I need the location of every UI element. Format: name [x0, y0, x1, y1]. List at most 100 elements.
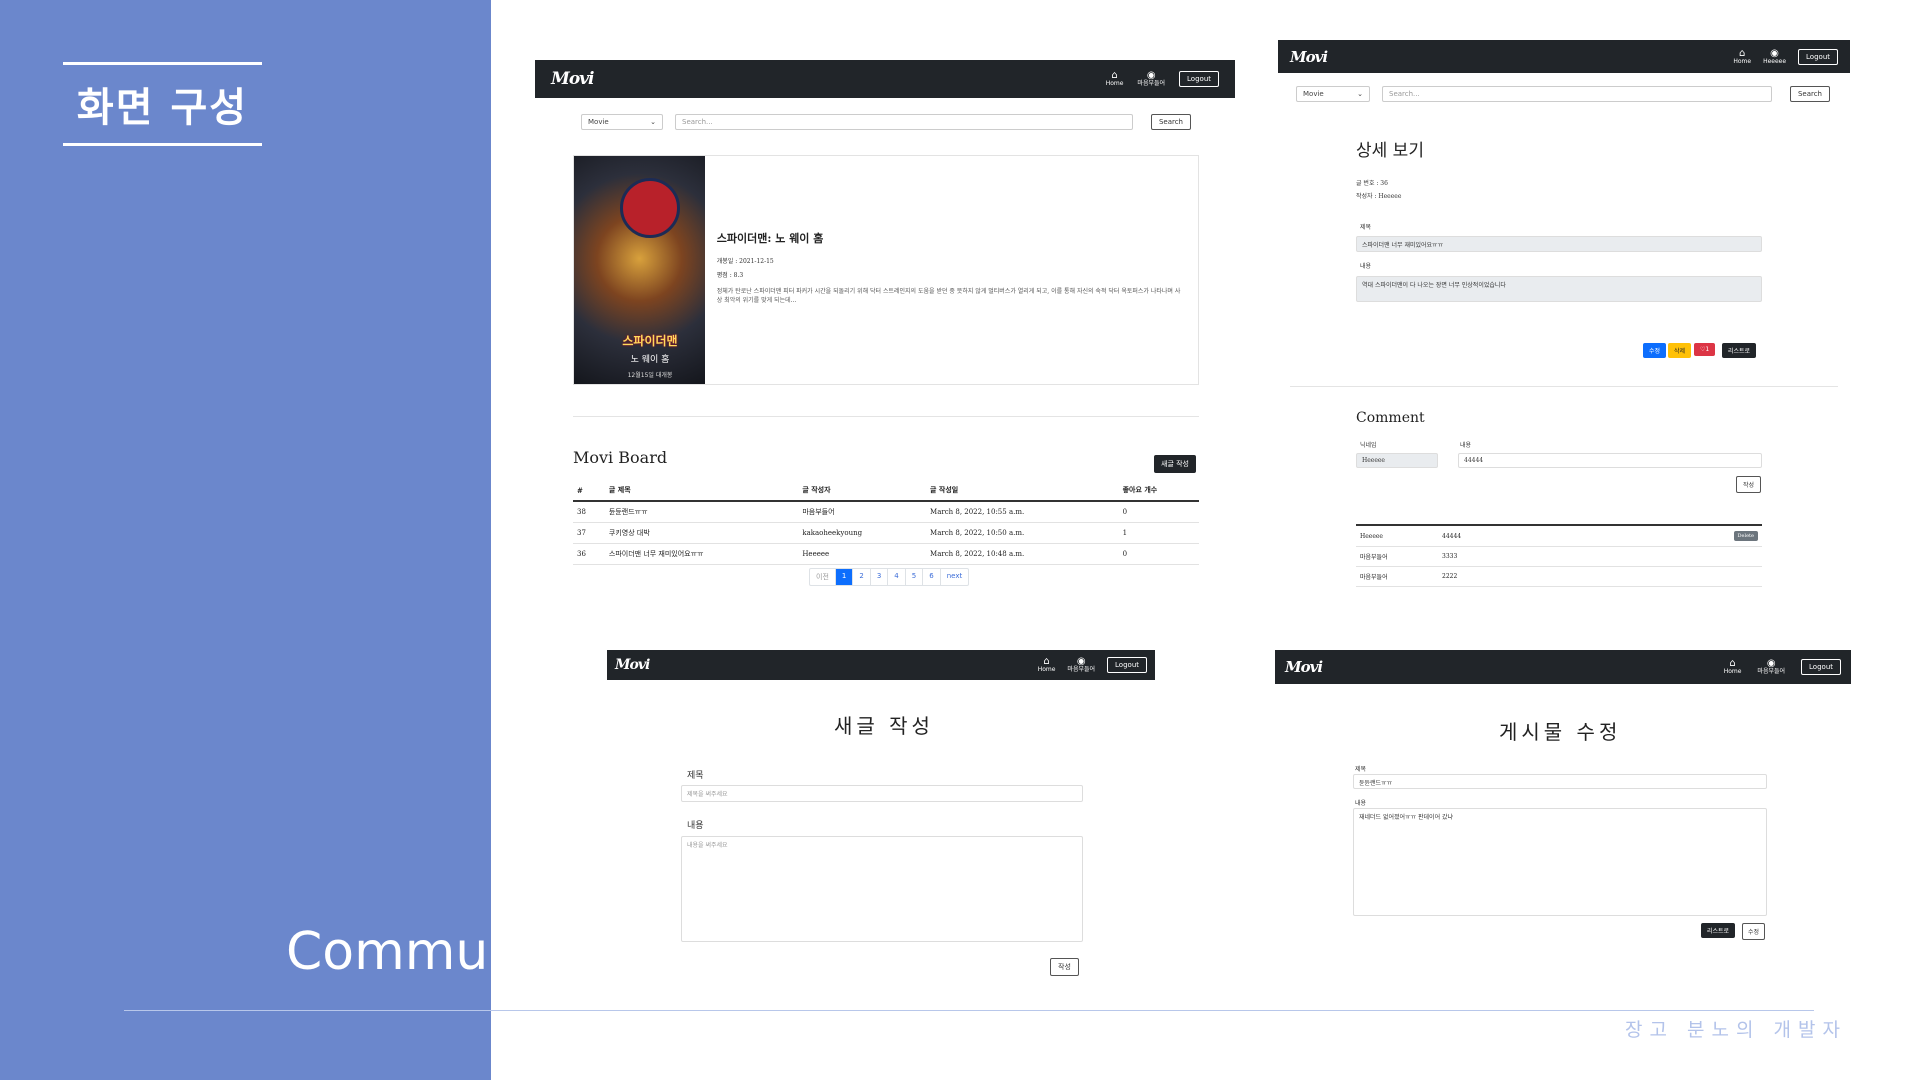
board-column-header: 글 제목 [604, 480, 799, 502]
comment-user: 마음부들어 [1360, 554, 1388, 561]
comment-text: 3333 [1442, 553, 1458, 560]
detail-title: 상세 보기 [1356, 141, 1424, 161]
page-link[interactable]: 1 [834, 569, 853, 585]
write-page-screenshot: Movi ⌂ Home ◉ 마음부들어 Logout 새글 작성 제목 제목을 써주… [607, 650, 1155, 980]
movie-poster: 스파이더맨 노 웨이 홈 12월15일 대개봉 [574, 156, 705, 384]
write-title: 새글 작성 [834, 714, 934, 738]
search-button[interactable]: Search [1150, 114, 1191, 130]
edit-title: 게시물 수정 [1499, 720, 1622, 744]
post-number: 글 번호 : 36 [1356, 180, 1388, 187]
release-date: 개봉일 : 2021-12-15 [716, 258, 774, 265]
divider [573, 416, 1199, 417]
search-button[interactable]: Search [1789, 86, 1830, 102]
footer-divider [124, 1010, 1814, 1011]
logo[interactable]: Movi [615, 657, 650, 673]
navbar: Movi ⌂ Home ◉ Heeeee Logout [1278, 40, 1850, 73]
left-panel: 화면 구성 Commu [0, 0, 491, 1080]
delete-button[interactable]: 삭제 [1668, 343, 1692, 358]
content-label: 내용 [1355, 800, 1367, 807]
comment-title: Comment [1356, 410, 1425, 426]
edit-button[interactable]: 수정 [1643, 343, 1667, 358]
comment-user: 마음부들어 [1360, 574, 1388, 581]
nav-user[interactable]: ◉ 마음부들어 [1137, 70, 1165, 88]
nav-home[interactable]: ⌂ Home [1733, 48, 1751, 66]
board-column-header: 좋아요 개수 [1118, 480, 1199, 502]
post-author: 작성자 : Heeeee [1356, 193, 1402, 200]
comment-input[interactable]: 44444 [1458, 453, 1762, 468]
nav-user[interactable]: ◉ 마음부들어 [1757, 658, 1785, 676]
board-column-header: 글 작성일 [926, 480, 1119, 502]
table-cell: 37 [573, 522, 605, 544]
comment-delete-button[interactable]: Delete [1733, 531, 1758, 541]
logout-button[interactable]: Logout [1179, 71, 1219, 87]
page-link[interactable]: 6 [922, 569, 939, 585]
search-input[interactable]: Search... [675, 114, 1133, 130]
table-cell[interactable]: 스파이더맨 너무 재미있어요ㅠㅠ [604, 543, 799, 565]
logo[interactable]: Movi [1285, 658, 1323, 676]
footer-text: 장고 분노의 개발자 [1625, 1019, 1847, 1041]
slide: 화면 구성 Commu 장고 분노의 개발자 Movi ⌂ Home ◉ 마음부들어… [0, 0, 1920, 1080]
table-cell: March 8, 2022, 10:50 a.m. [926, 522, 1119, 544]
title-label: 제목 [1355, 766, 1367, 773]
table-row[interactable]: 37 쿠키영상 대박 kakaoheekyoung March 8, 2022, 10… [573, 522, 1199, 544]
content-field: 역대 스파이더맨이 다 나오는 장면 너무 인상적이었습니다 [1356, 276, 1762, 302]
page-link[interactable]: 2 [852, 569, 869, 585]
table-cell[interactable]: 쿠키영상 대박 [604, 522, 799, 544]
comment-list: Heeeee 44444 Delete 마음부들어 3333 마음부들어 2222 [1356, 524, 1762, 587]
nav-home[interactable]: ⌂ Home [1038, 656, 1056, 674]
logout-button[interactable]: Logout [1798, 48, 1838, 65]
table-cell: March 8, 2022, 10:55 a.m. [926, 501, 1119, 523]
divider [1290, 386, 1838, 387]
like-button[interactable]: ♡1 [1694, 343, 1716, 356]
nav-user[interactable]: ◉ 마음부들어 [1067, 656, 1095, 674]
title-label: 제목 [1360, 224, 1372, 231]
table-cell[interactable]: 듄듄랜드ㅠㅠ [604, 501, 799, 523]
table-cell: 마음부들어 [798, 501, 927, 523]
title-field: 스파이더맨 너무 재미있어요ㅠㅠ [1356, 236, 1762, 252]
page-link[interactable]: 5 [904, 569, 922, 585]
movie-card[interactable]: 스파이더맨 노 웨이 홈 12월15일 대개봉 스파이더맨: 노 웨이 홈 개봉… [573, 155, 1199, 385]
content-label: 내용 [1360, 263, 1372, 270]
list-button[interactable]: 리스트로 [1701, 923, 1736, 938]
write-post-button[interactable]: 새글 작성 [1154, 455, 1196, 473]
page-link[interactable]: next [939, 569, 969, 585]
logout-button[interactable]: Logout [1107, 657, 1147, 673]
comment-submit-button[interactable]: 작성 [1736, 476, 1762, 493]
nav-home[interactable]: ⌂ Home [1106, 70, 1124, 88]
search-input[interactable]: Search... [1382, 86, 1772, 102]
page-link[interactable]: 이전 [810, 569, 835, 585]
comment-text: 44444 [1442, 532, 1462, 540]
nav-user[interactable]: ◉ Heeeee [1763, 48, 1786, 66]
comment-body-label: 내용 [1460, 442, 1472, 449]
table-cell: Heeeee [798, 543, 927, 565]
table-cell: 38 [573, 501, 605, 523]
table-cell: kakaoheekyoung [798, 522, 927, 544]
submit-button[interactable]: 작성 [1050, 958, 1079, 976]
content-input[interactable]: 재네더드 없어졌어ㅠㅠ 판데이어 갔냐 [1353, 808, 1767, 916]
table-row[interactable]: 36 스파이더맨 너무 재미있어요ㅠㅠ Heeeee March 8, 2022, 1… [573, 543, 1199, 565]
nickname-field: Heeeee [1356, 453, 1438, 468]
logo[interactable]: Movi [551, 69, 594, 89]
movie-description: 정체가 탄로난 스파이더맨 피터 파커가 시간을 되돌리기 위해 닥터 스트레인… [716, 288, 1181, 304]
category-select[interactable]: Movie ⌄ [581, 114, 663, 130]
category-select[interactable]: Movie ⌄ [1296, 86, 1370, 102]
table-row[interactable]: 38 듄듄랜드ㅠㅠ 마음부들어 March 8, 2022, 10:55 a.m. 0 [573, 501, 1199, 523]
list-button[interactable]: 리스트로 [1722, 343, 1757, 358]
comment-row: Heeeee 44444 Delete [1356, 526, 1762, 547]
edit-submit-button[interactable]: 수정 [1742, 923, 1766, 940]
title-input[interactable]: 제목을 써주세요 [681, 785, 1083, 802]
title-input[interactable]: 듄듄랜드ㅠㅠ [1353, 774, 1767, 789]
table-cell: 1 [1118, 522, 1199, 544]
logo[interactable]: Movi [1290, 48, 1328, 66]
nav-home[interactable]: ⌂ Home [1724, 658, 1742, 676]
content-input[interactable]: 내용을 써주세요 [681, 836, 1083, 942]
detail-page-screenshot: Movi ⌂ Home ◉ Heeeee Logout Movie ⌄ Search.… [1278, 40, 1850, 600]
page-link[interactable]: 4 [887, 569, 904, 585]
table-cell: 0 [1118, 543, 1199, 565]
slide-title: 화면 구성 [63, 62, 262, 146]
comment-user: Heeeee [1360, 532, 1383, 540]
title-label: 제목 [687, 771, 704, 781]
side-label: Commu [286, 922, 489, 982]
page-link[interactable]: 3 [869, 569, 887, 585]
logout-button[interactable]: Logout [1801, 659, 1841, 675]
